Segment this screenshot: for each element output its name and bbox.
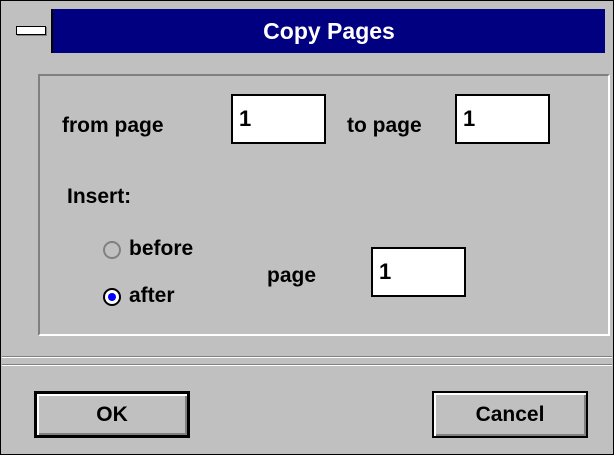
system-menu-icon	[16, 26, 46, 35]
divider	[2, 364, 612, 366]
to-page-field[interactable]	[455, 94, 550, 144]
copy-pages-dialog: Copy Pages from page to page Insert: bef…	[0, 0, 614, 455]
cancel-button[interactable]: Cancel	[432, 391, 588, 438]
radio-after-icon[interactable]	[103, 288, 121, 306]
insert-page-field[interactable]	[371, 247, 466, 297]
insert-page-label: page	[267, 264, 317, 287]
insert-label: Insert:	[67, 185, 132, 208]
system-menu-button[interactable]	[9, 9, 53, 53]
from-page-field[interactable]	[231, 94, 326, 144]
title-bar[interactable]: Copy Pages	[9, 9, 605, 53]
ok-button[interactable]: OK	[34, 391, 190, 438]
divider	[2, 356, 612, 358]
radio-before-icon[interactable]	[103, 241, 121, 259]
to-page-label: to page	[347, 114, 422, 137]
from-page-label: from page	[62, 114, 164, 137]
radio-after-label[interactable]: after	[129, 284, 175, 308]
window-title: Copy Pages	[263, 18, 395, 44]
radio-before-label[interactable]: before	[129, 237, 193, 261]
